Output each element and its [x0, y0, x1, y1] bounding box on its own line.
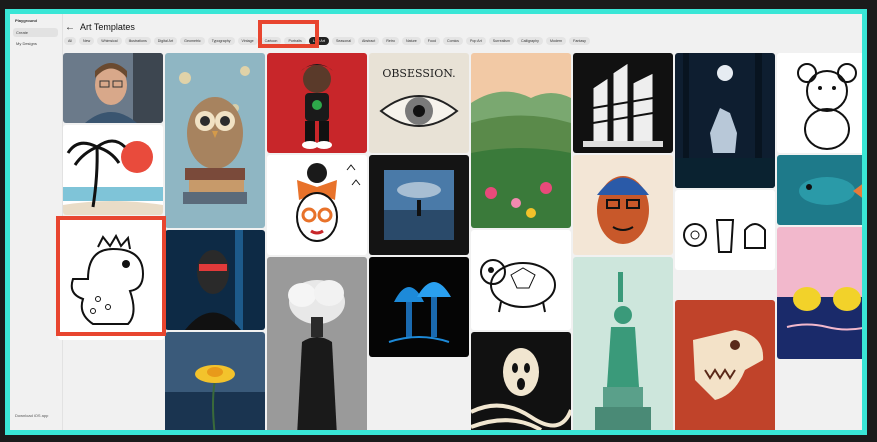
template-owl-on-books[interactable] — [165, 53, 265, 228]
filter-chip-pop-art[interactable]: Pop Art — [465, 37, 486, 45]
template-woman-orange-bow[interactable] — [267, 155, 367, 255]
filter-chip-food[interactable]: Food — [423, 37, 440, 45]
sidebar-item-my-designs[interactable]: My Designs — [13, 39, 58, 48]
filter-chip-typography[interactable]: Typography — [207, 37, 235, 45]
filter-chip-retro[interactable]: Retro — [382, 37, 399, 45]
template-turtle-line-art[interactable] — [471, 230, 571, 330]
template-fish-underwater[interactable] — [777, 155, 862, 225]
highlight-box-dinosaur-template — [56, 216, 166, 336]
filter-chip-whimsical[interactable]: Whimsical — [97, 37, 122, 45]
template-cyberpunk-woman[interactable] — [165, 230, 265, 330]
template-scream-line-art[interactable] — [471, 332, 571, 430]
arrow-left-icon[interactable]: ← — [65, 22, 75, 33]
template-pop-art-man-glasses[interactable] — [573, 155, 673, 255]
template-palm-tree-sunset[interactable] — [63, 125, 163, 215]
template-blue-mushrooms[interactable] — [369, 257, 469, 357]
filter-chip-nature[interactable]: Nature — [402, 37, 421, 45]
filter-chip-seasonal[interactable]: Seasonal — [332, 37, 356, 45]
template-dinosaur-skull-poster[interactable] — [675, 300, 775, 430]
filter-chip-abstract[interactable]: Abstract — [358, 37, 380, 45]
filter-chip-digital-art[interactable]: Digital Art — [153, 37, 178, 45]
filter-bar: All New Whimsical Illustrations Digital … — [64, 37, 590, 45]
sidebar-item-create[interactable]: Create — [13, 28, 58, 37]
filter-chip-illustrations[interactable]: Illustrations — [124, 37, 151, 45]
filter-chip-all[interactable]: All — [64, 37, 76, 45]
template-lemons-water[interactable] — [777, 227, 862, 359]
template-surreal-room-sky[interactable] — [369, 155, 469, 255]
template-valley-landscape[interactable] — [471, 53, 571, 228]
template-escher-architecture[interactable] — [573, 53, 673, 153]
page-header: ← Art Templates — [65, 20, 135, 34]
brand-logo: Playground — [15, 18, 38, 23]
template-obsession-eye[interactable]: OBSESSION. — [369, 53, 469, 153]
filter-chip-modern[interactable]: Modern — [545, 37, 567, 45]
obsession-text: OBSESSION. — [382, 67, 455, 80]
highlight-box-line-art-filter — [258, 20, 319, 48]
template-wolf-moonlight-forest[interactable] — [675, 53, 775, 188]
template-statue-of-liberty[interactable] — [573, 257, 673, 430]
filter-chip-surrealism[interactable]: Surrealism — [488, 37, 514, 45]
filter-chip-new[interactable]: New — [79, 37, 95, 45]
filter-chip-calligraphy[interactable]: Calligraphy — [516, 37, 543, 45]
page-title: Art Templates — [80, 22, 135, 32]
filter-chip-vintage[interactable]: Vintage — [237, 37, 258, 45]
template-cloud-head-figure[interactable] — [267, 257, 367, 430]
filter-chip-geometric[interactable]: Geometric — [180, 37, 205, 45]
template-portrait-man-glasses[interactable] — [63, 53, 163, 123]
filter-chip-comics[interactable]: Comics — [443, 37, 463, 45]
template-food-doodles[interactable] — [675, 190, 775, 270]
template-cartoon-boy-red[interactable] — [267, 53, 367, 153]
template-teddy-bear-line-art[interactable] — [777, 53, 862, 153]
download-app-link[interactable]: Download iOS app — [15, 413, 48, 418]
template-yellow-flower-sea[interactable] — [165, 332, 265, 430]
app-window: Playground Create My Designs Download iO… — [5, 9, 867, 435]
filter-chip-fantasy[interactable]: Fantasy — [569, 37, 590, 45]
